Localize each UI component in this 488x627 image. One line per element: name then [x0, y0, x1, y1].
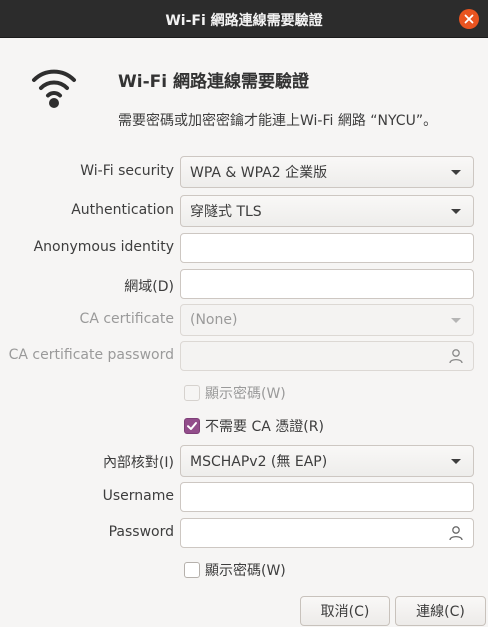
user-icon[interactable] [448, 525, 464, 541]
authentication-value: 穿隧式 TLS [190, 204, 262, 220]
cancel-button[interactable]: 取消(C) [300, 596, 390, 626]
user-icon[interactable] [448, 348, 464, 364]
dropdown-arrow-icon [451, 209, 461, 214]
wifi-security-label: Wi-Fi security [80, 163, 174, 179]
password-input[interactable] [180, 518, 474, 548]
inner-auth-label: 內部核對(I) [102, 455, 174, 471]
authentication-select[interactable]: 穿隧式 TLS [180, 195, 474, 227]
ca-certificate-password-label: CA certificate password [8, 347, 174, 363]
no-ca-cert-label: 不需要 CA 憑證(R) [205, 419, 324, 435]
window-title: Wi-Fi 網路連線需要驗證 [165, 13, 323, 29]
ca-certificate-label: CA certificate [79, 311, 174, 327]
dialog-heading: Wi-Fi 網路連線需要驗證 [118, 72, 309, 92]
show-ca-password-checkbox-row[interactable]: 顯示密碼(W) [184, 383, 286, 403]
dropdown-arrow-icon [451, 170, 461, 175]
close-icon [464, 14, 474, 24]
connect-button[interactable]: 連線(C) [395, 596, 486, 626]
username-input[interactable] [180, 482, 474, 512]
close-button[interactable] [459, 9, 479, 29]
show-password-checkbox-row[interactable]: 顯示密碼(W) [184, 560, 286, 580]
dropdown-arrow-icon [451, 459, 461, 464]
anonymous-identity-input[interactable] [180, 233, 474, 263]
show-ca-password-checkbox[interactable] [184, 385, 200, 401]
inner-auth-value: MSCHAPv2 (無 EAP) [190, 454, 328, 470]
no-ca-cert-checkbox[interactable] [184, 418, 200, 434]
domain-label: 網域(D) [124, 279, 174, 295]
username-label: Username [102, 488, 174, 504]
checkmark-icon [187, 422, 197, 430]
show-ca-password-label: 顯示密碼(W) [205, 386, 286, 402]
domain-input[interactable] [180, 269, 474, 299]
password-label: Password [108, 524, 174, 540]
title-bar: Wi-Fi 網路連線需要驗證 [0, 0, 488, 38]
ca-certificate-select[interactable]: (None) [180, 304, 474, 336]
no-ca-cert-checkbox-row[interactable]: 不需要 CA 憑證(R) [184, 416, 324, 436]
ca-certificate-password-input[interactable] [180, 341, 474, 371]
wifi-security-value: WPA & WPA2 企業版 [190, 165, 328, 181]
authentication-label: Authentication [71, 202, 174, 218]
wifi-icon [32, 69, 76, 108]
wifi-security-select[interactable]: WPA & WPA2 企業版 [180, 156, 474, 188]
dropdown-arrow-icon [451, 318, 461, 323]
ca-certificate-value: (None) [190, 312, 238, 328]
anonymous-identity-label: Anonymous identity [33, 239, 174, 255]
show-password-checkbox[interactable] [184, 562, 200, 578]
inner-auth-select[interactable]: MSCHAPv2 (無 EAP) [180, 445, 474, 477]
show-password-label: 顯示密碼(W) [205, 563, 286, 579]
dialog-message: 需要密碼或加密密鑰才能連上Wi-Fi 網路 “NYCU”。 [118, 113, 438, 129]
